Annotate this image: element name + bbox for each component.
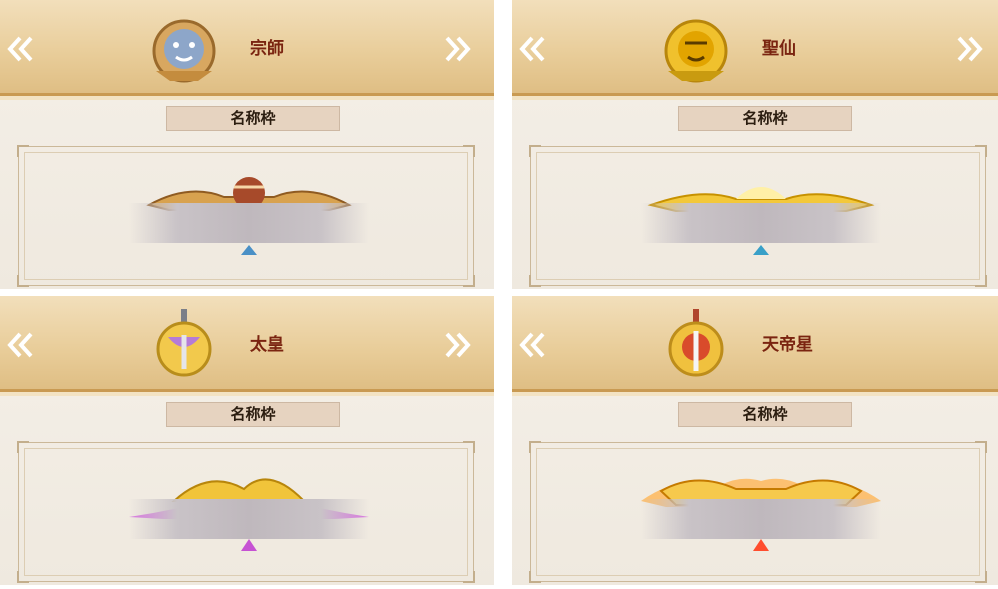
name-plate-blurred xyxy=(641,499,881,539)
name-plate-blurred xyxy=(129,499,369,539)
rank-panel-2: 聖仙 名称枠 xyxy=(512,0,998,289)
golden-tiger-emblem-icon xyxy=(658,11,734,87)
panel-header: 太皇 xyxy=(0,296,494,396)
preview-frame xyxy=(17,441,475,583)
preview-frame xyxy=(529,145,987,287)
double-chevron-right-icon[interactable] xyxy=(954,34,984,64)
panel-header: 聖仙 xyxy=(512,0,998,100)
rank-panel-4: 天帝星 名称枠 xyxy=(512,296,998,585)
name-plate-blurred xyxy=(641,203,881,243)
lion-head-emblem-icon xyxy=(146,11,222,87)
name-plate-blurred xyxy=(129,203,369,243)
double-chevron-left-icon[interactable] xyxy=(518,330,548,360)
rank-panel-1: 宗師 名称枠 xyxy=(0,0,494,289)
subtitle-label: 名称枠 xyxy=(166,106,340,131)
panel-header: 宗師 xyxy=(0,0,494,100)
double-chevron-left-icon[interactable] xyxy=(518,34,548,64)
rank-title: 宗師 xyxy=(250,39,284,59)
double-chevron-left-icon[interactable] xyxy=(6,330,36,360)
double-chevron-right-icon[interactable] xyxy=(442,330,472,360)
panel-header: 天帝星 xyxy=(512,296,998,396)
preview-frame xyxy=(529,441,987,583)
subtitle-label: 名称枠 xyxy=(678,106,852,131)
preview-frame xyxy=(17,145,475,287)
rank-panel-3: 太皇 名称枠 xyxy=(0,296,494,585)
double-chevron-right-icon[interactable] xyxy=(442,34,472,64)
rank-title: 太皇 xyxy=(250,335,284,355)
subtitle-label: 名称枠 xyxy=(166,402,340,427)
sword-red-lion-emblem-icon xyxy=(658,307,734,383)
rank-title: 聖仙 xyxy=(762,39,796,59)
double-chevron-left-icon[interactable] xyxy=(6,34,36,64)
rank-title: 天帝星 xyxy=(762,335,813,355)
sword-wings-emblem-icon xyxy=(146,307,222,383)
subtitle-label: 名称枠 xyxy=(678,402,852,427)
